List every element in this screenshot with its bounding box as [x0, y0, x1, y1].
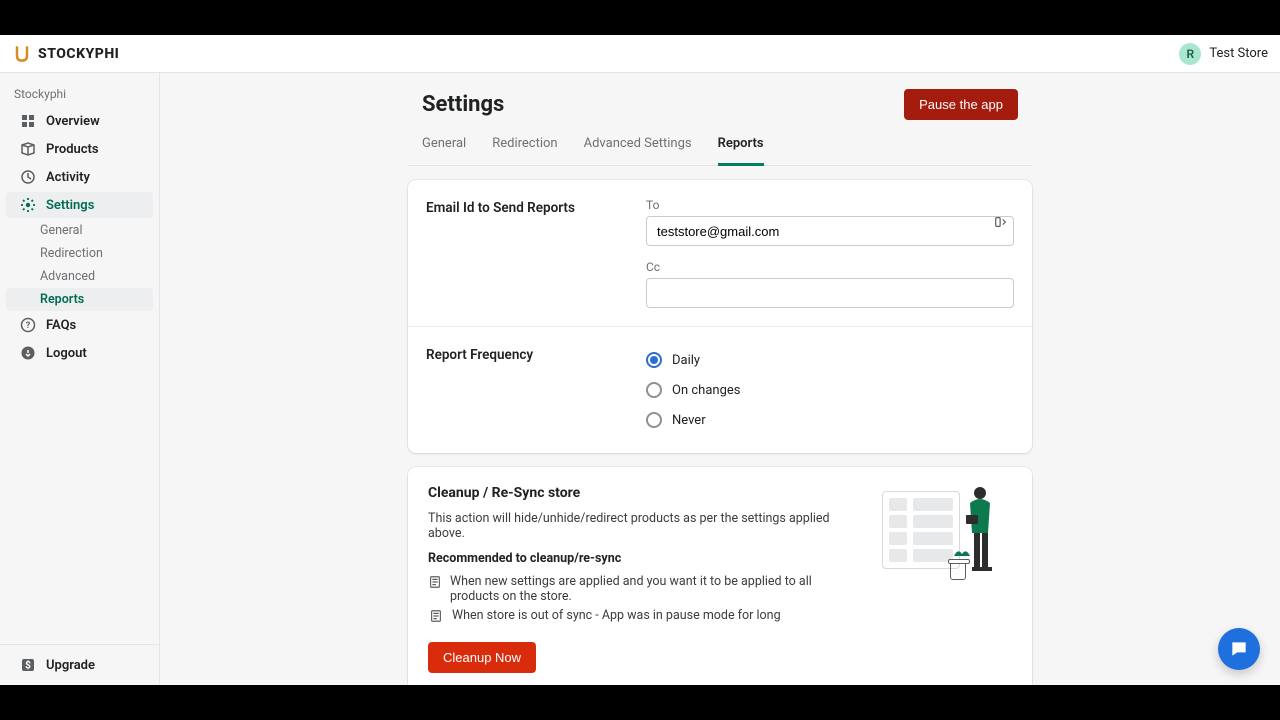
sidebar-item-activity[interactable]: Activity	[6, 164, 153, 190]
sidebar-item-label: Settings	[46, 198, 94, 213]
frequency-section-heading: Report Frequency	[426, 345, 626, 435]
overview-icon	[20, 113, 36, 129]
cleanup-desc: This action will hide/unhide/redirect pr…	[428, 511, 862, 541]
frequency-option-daily[interactable]: Daily	[646, 345, 1014, 375]
sidebar-item-label: Activity	[46, 170, 90, 185]
sidebar-heading: Stockyphi	[0, 81, 159, 107]
sidebar-item-label: FAQs	[46, 318, 76, 333]
email-section-heading: Email Id to Send Reports	[426, 198, 626, 308]
note-icon	[428, 574, 442, 590]
to-input[interactable]	[646, 216, 1014, 246]
help-icon: ?	[20, 317, 36, 333]
radio-icon	[646, 382, 662, 398]
pause-app-button[interactable]: Pause the app	[904, 89, 1018, 120]
sidebar-item-label: Products	[46, 142, 99, 157]
brand-name: STOCKYPHI	[38, 46, 119, 62]
radio-label: On changes	[672, 383, 740, 398]
chat-fab[interactable]	[1218, 628, 1260, 670]
sidebar-sub-reports[interactable]: Reports	[6, 288, 153, 311]
sidebar-item-overview[interactable]: Overview	[6, 108, 153, 134]
tab-redirection[interactable]: Redirection	[492, 126, 557, 166]
sidebar-item-logout[interactable]: Logout	[6, 340, 153, 366]
settings-icon	[20, 197, 36, 213]
cc-label: Cc	[646, 260, 1014, 274]
cleanup-now-button[interactable]: Cleanup Now	[428, 642, 536, 673]
bin-icon	[950, 562, 966, 580]
brand: STOCKYPHI	[12, 44, 119, 64]
cleanup-card: Cleanup / Re-Sync store This action will…	[408, 467, 1032, 685]
sidebar-item-upgrade[interactable]: $ Upgrade	[6, 652, 153, 678]
logout-icon	[20, 345, 36, 361]
cleanup-bullet: When new settings are applied and you wa…	[428, 574, 862, 604]
radio-icon	[646, 352, 662, 368]
topbar: STOCKYPHI R Test Store	[0, 35, 1280, 73]
tab-advanced-settings[interactable]: Advanced Settings	[584, 126, 692, 166]
sidebar-item-label: Upgrade	[46, 658, 95, 673]
radio-icon	[646, 412, 662, 428]
sidebar-item-faqs[interactable]: ? FAQs	[6, 312, 153, 338]
sidebar: Stockyphi Overview Products Activity Set…	[0, 73, 160, 685]
chat-icon	[1229, 639, 1249, 659]
sidebar-item-settings[interactable]: Settings	[6, 192, 153, 218]
reports-card: Email Id to Send Reports To Cc	[408, 180, 1032, 453]
tabs: General Redirection Advanced Settings Re…	[408, 126, 1032, 166]
upgrade-icon: $	[20, 657, 36, 673]
cleanup-bullet: When store is out of sync - App was in p…	[428, 608, 862, 624]
svg-text:?: ?	[26, 321, 31, 331]
to-label: To	[646, 198, 1014, 212]
sidebar-sub-general[interactable]: General	[6, 219, 153, 242]
store-name: Test Store	[1209, 46, 1268, 61]
page-title: Settings	[422, 92, 504, 117]
tab-general[interactable]: General	[422, 126, 466, 166]
sidebar-item-products[interactable]: Products	[6, 136, 153, 162]
cleanup-illustration	[882, 485, 1012, 580]
note-icon	[428, 608, 444, 624]
store-chip[interactable]: R Test Store	[1179, 43, 1268, 65]
brand-logo-icon	[12, 44, 32, 64]
products-icon	[20, 141, 36, 157]
credential-icon[interactable]	[994, 215, 1008, 229]
radio-label: Never	[672, 413, 706, 428]
frequency-option-never[interactable]: Never	[646, 405, 1014, 435]
sidebar-item-label: Logout	[46, 346, 87, 361]
cleanup-heading: Cleanup / Re-Sync store	[428, 485, 862, 501]
avatar: R	[1179, 43, 1201, 65]
sidebar-item-label: Overview	[46, 114, 100, 129]
cleanup-recommend: Recommended to cleanup/re-sync	[428, 551, 862, 566]
tab-reports[interactable]: Reports	[718, 126, 764, 166]
cc-input[interactable]	[646, 278, 1014, 308]
svg-text:$: $	[25, 659, 31, 672]
sidebar-sub-redirection[interactable]: Redirection	[6, 242, 153, 265]
radio-label: Daily	[672, 353, 700, 368]
activity-icon	[20, 169, 36, 185]
sidebar-sub-advanced[interactable]: Advanced	[6, 265, 153, 288]
frequency-option-on-changes[interactable]: On changes	[646, 375, 1014, 405]
